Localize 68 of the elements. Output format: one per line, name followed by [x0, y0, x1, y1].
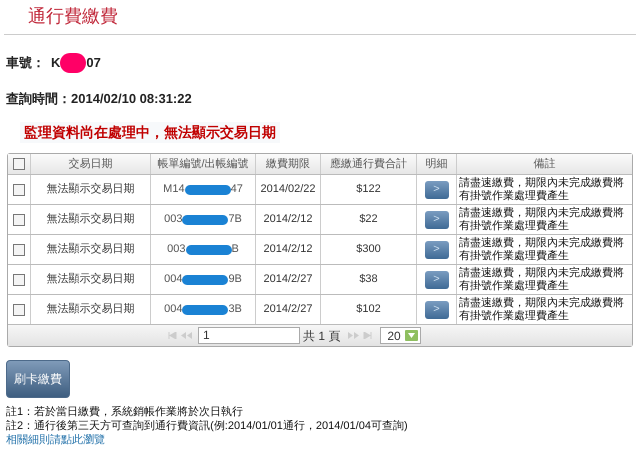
redaction-mark: [182, 214, 228, 224]
footnote: 註1：若於當日繳費，系統銷帳作業將於次日執行: [6, 405, 244, 419]
query-time-label: 查詢時間：: [6, 90, 71, 108]
table-cell-text: 2014/2/12: [264, 212, 312, 228]
table-cell-text: 無法顯示交易日期: [46, 272, 134, 288]
table-cell-text: $102: [356, 302, 381, 318]
detail-button[interactable]: >: [424, 240, 448, 258]
table-cell-text: 2014/2/12: [264, 242, 312, 258]
table-cell-text: M14: [163, 182, 185, 198]
table-cell-text: 無法顯示交易日期: [46, 242, 134, 258]
dropdown-arrow-icon: [404, 330, 418, 341]
detail-button[interactable]: >: [424, 180, 448, 198]
table-cell-text: 004: [164, 272, 182, 288]
plate-number: 07: [86, 54, 101, 72]
detail-button[interactable]: >: [424, 270, 448, 288]
table-cell-text: $38: [359, 272, 378, 288]
table-cell-text: 請盡速繳費，期限內未完成繳費將有掛號作業處理費產生: [459, 296, 625, 322]
redaction-mark: [186, 244, 232, 254]
column-header: 明細: [417, 154, 457, 174]
redaction-mark: [60, 53, 86, 73]
table-cell-text: 請盡速繳費，期限內未完成繳費將有掛號作業處理費產生: [459, 266, 625, 292]
table-cell-text: 請盡速繳費，期限內未完成繳費將有掛號作業處理費產生: [459, 176, 625, 202]
table-cell-text: 2014/2/27: [264, 302, 312, 318]
checkbox[interactable]: [13, 184, 25, 196]
page-number-field[interactable]: 1: [198, 327, 300, 344]
table-cell-text: 7B: [228, 212, 242, 228]
plate-label: 車號：: [6, 54, 45, 72]
plate-number: K: [51, 54, 60, 72]
table-cell-text: 無法顯示交易日期: [46, 212, 134, 228]
column-header: 帳單編號/出帳編號: [151, 154, 256, 174]
table-cell-text: $22: [359, 212, 378, 228]
redaction-mark: [182, 304, 228, 314]
table-cell-text: B: [232, 242, 239, 258]
table-cell-text: $122: [356, 182, 381, 198]
redaction-mark: [184, 184, 231, 194]
table-cell-text: 003: [167, 242, 186, 258]
table-cell-text: 無法顯示交易日期: [46, 182, 134, 198]
warning-message: 監理資料尚在處理中，無法顯示交易日期: [20, 122, 280, 142]
table-cell-text: 3B: [228, 302, 242, 318]
checkbox[interactable]: [13, 214, 25, 226]
checkbox[interactable]: [13, 158, 25, 170]
column-header: 交易日期: [31, 154, 151, 174]
column-header: 應繳通行費合計: [321, 154, 417, 174]
table-cell-text: 請盡速繳費，期限內未完成繳費將有掛號作業處理費產生: [459, 236, 625, 262]
detail-button[interactable]: >: [424, 300, 448, 318]
column-header: 繳費期限: [256, 154, 321, 174]
table-cell-text: 無法顯示交易日期: [46, 302, 134, 318]
checkbox[interactable]: [13, 304, 25, 316]
footnote: 註2：通行後第三天方可查詢到通行費資訊(例:2014/01/01通行，2014/01/04可查詢): [6, 419, 409, 433]
card-payment-button[interactable]: 刷卡繳費: [6, 360, 70, 398]
redaction-mark: [182, 274, 228, 284]
detail-button[interactable]: >: [424, 210, 448, 228]
checkbox[interactable]: [13, 274, 25, 286]
table-cell-text: 2014/02/22: [260, 182, 316, 198]
column-header: 備註: [532, 156, 556, 172]
table-cell-text: 2014/2/27: [264, 272, 312, 288]
table-cell-text: 003: [164, 212, 182, 228]
page-size-select[interactable]: 20: [380, 327, 421, 344]
table-cell-text: 47: [230, 182, 243, 198]
table-cell-text: 9B: [228, 272, 242, 288]
page-title: 通行費繳費: [27, 5, 119, 28]
table-cell-text: 004: [164, 302, 182, 318]
page-total: 共 1 頁: [303, 328, 340, 344]
table-cell-text: $300: [356, 242, 381, 258]
details-link[interactable]: 相關細則請點此瀏覽: [6, 434, 105, 446]
checkbox[interactable]: [13, 244, 25, 256]
table-cell-text: 請盡速繳費，期限內未完成繳費將有掛號作業處理費產生: [459, 206, 625, 232]
query-time-value: 2014/02/10 08:31:22: [71, 90, 192, 108]
